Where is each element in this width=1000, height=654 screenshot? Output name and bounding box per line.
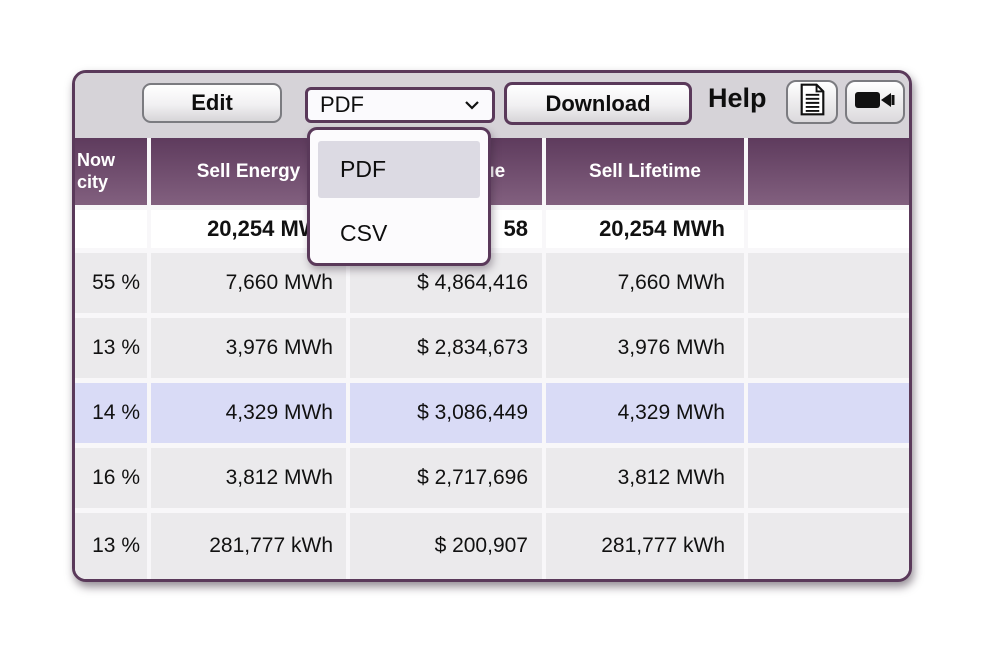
- cell-now-capacity[interactable]: 13 %: [75, 318, 147, 378]
- cell-sell-energy[interactable]: 281,777 kWh: [151, 513, 346, 579]
- toolbar: Edit PDF Download Help: [75, 73, 909, 138]
- cell-now-capacity[interactable]: 14 %: [75, 383, 147, 443]
- help-document-button[interactable]: [786, 80, 838, 124]
- cell-empty[interactable]: [748, 253, 909, 313]
- format-select[interactable]: PDF: [305, 87, 495, 123]
- data-table: Now city Sell Energy Sell Revenue Sell L…: [75, 138, 909, 579]
- download-button[interactable]: Download: [504, 82, 692, 125]
- header-fragment-line2: city: [77, 172, 108, 194]
- edit-button[interactable]: Edit: [142, 83, 282, 123]
- total-now-capacity: [75, 210, 147, 248]
- cell-sell-energy[interactable]: 3,812 MWh: [151, 448, 346, 508]
- cell-empty[interactable]: [748, 448, 909, 508]
- total-empty: [748, 210, 909, 248]
- menu-option-csv[interactable]: CSV: [318, 209, 480, 257]
- total-sell-lifetime: 20,254 MWh: [546, 210, 744, 248]
- chevron-down-icon: [464, 100, 480, 110]
- cell-sell-lifetime[interactable]: 281,777 kWh: [546, 513, 744, 579]
- cell-empty[interactable]: [748, 318, 909, 378]
- cell-now-capacity[interactable]: 16 %: [75, 448, 147, 508]
- format-select-value: PDF: [320, 92, 364, 118]
- header-fragment-line1: Now: [77, 150, 115, 172]
- cell-now-capacity[interactable]: 13 %: [75, 513, 147, 579]
- report-panel: Edit PDF Download Help: [72, 70, 912, 582]
- cell-sell-lifetime[interactable]: 7,660 MWh: [546, 253, 744, 313]
- cell-sell-energy[interactable]: 3,976 MWh: [151, 318, 346, 378]
- cell-sell-lifetime[interactable]: 3,812 MWh: [546, 448, 744, 508]
- cell-sell-revenue[interactable]: $ 2,717,696: [350, 448, 542, 508]
- help-label: Help: [708, 83, 767, 114]
- cell-sell-lifetime[interactable]: 3,976 MWh: [546, 318, 744, 378]
- column-header-now-capacity: Now city: [75, 138, 147, 205]
- help-video-button[interactable]: [845, 80, 905, 124]
- cell-sell-revenue[interactable]: $ 3,086,449: [350, 383, 542, 443]
- cell-now-capacity[interactable]: 55 %: [75, 253, 147, 313]
- document-icon: [799, 83, 826, 121]
- cell-sell-energy[interactable]: 4,329 MWh: [151, 383, 346, 443]
- video-camera-icon: [854, 88, 896, 117]
- column-header-sell-lifetime: Sell Lifetime: [546, 138, 744, 205]
- cell-sell-lifetime[interactable]: 4,329 MWh: [546, 383, 744, 443]
- cell-empty[interactable]: [748, 513, 909, 579]
- cell-sell-revenue[interactable]: $ 2,834,673: [350, 318, 542, 378]
- cell-empty[interactable]: [748, 383, 909, 443]
- menu-option-pdf[interactable]: PDF: [318, 141, 480, 198]
- cell-sell-revenue[interactable]: $ 200,907: [350, 513, 542, 579]
- format-select-menu: PDF CSV: [307, 127, 491, 266]
- column-header-empty: [748, 138, 909, 205]
